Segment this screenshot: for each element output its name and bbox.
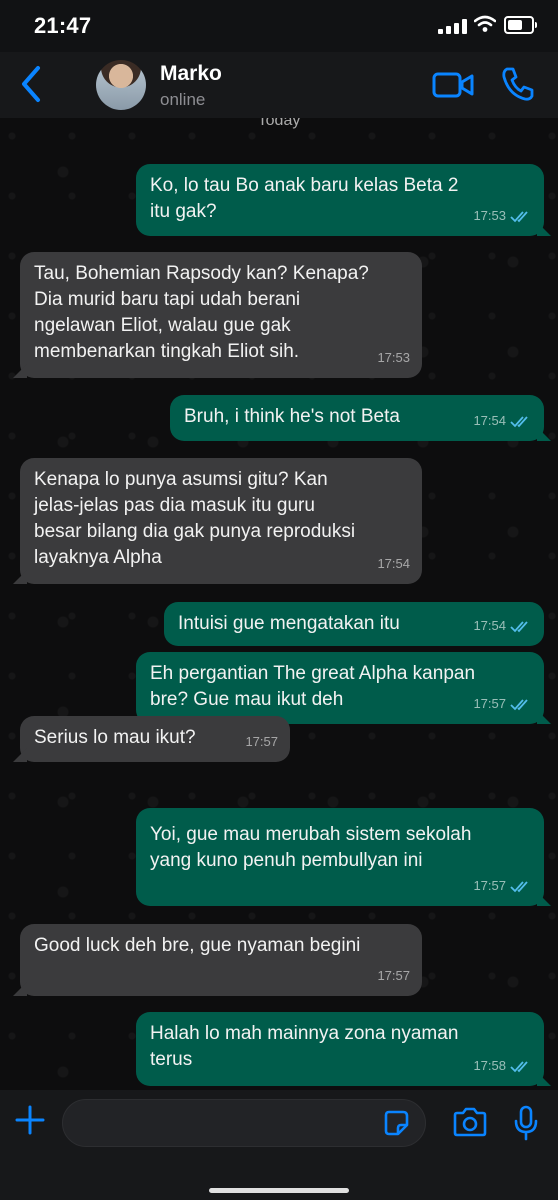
sticker-icon[interactable] [382,1109,410,1137]
read-ticks-icon [510,210,528,222]
status-time: 21:47 [34,13,92,38]
chat-header: Marko online [0,52,558,118]
message-time: 17:57 [473,696,506,711]
message-time: 17:54 [377,556,410,571]
message-incoming[interactable]: Kenapa lo punya asumsi gitu? Kan jelas-j… [20,458,422,584]
microphone-icon[interactable] [512,1105,540,1141]
contact-name[interactable]: Marko [160,62,222,86]
message-time: 17:57 [377,968,410,983]
battery-icon [504,16,537,34]
read-ticks-icon [510,880,528,892]
message-time: 17:54 [473,413,506,428]
phone-call-icon[interactable] [500,66,534,102]
message-text: Kenapa lo punya asumsi gitu? Kan jelas-j… [34,469,356,568]
message-incoming[interactable]: Good luck deh bre, gue nyaman begini 17:… [20,924,422,996]
message-outgoing[interactable]: Ko, lo tau Bo anak baru kelas Beta 2 itu… [136,164,544,236]
message-outgoing[interactable]: Bruh, i think he's not Beta 17:54 [170,395,544,441]
video-call-icon[interactable] [432,70,474,100]
message-time: 17:57 [473,878,506,893]
camera-icon[interactable] [452,1107,488,1137]
read-ticks-icon [510,1060,528,1072]
message-text: Serius lo mau ikut? [34,727,196,748]
message-outgoing[interactable]: Yoi, gue mau merubah sistem sekolah yang… [136,808,544,906]
signal-icon [438,18,472,34]
message-text: Good luck deh bre, gue nyaman begini [34,935,361,956]
message-composer [0,1090,558,1200]
message-outgoing[interactable]: Halah lo mah mainnya zona nyaman terus 1… [136,1012,544,1086]
read-ticks-icon [510,698,528,710]
wifi-icon [474,15,496,32]
message-outgoing[interactable]: Intuisi gue mengatakan itu 17:54 [164,602,544,646]
read-ticks-icon [510,415,528,427]
message-incoming[interactable]: Tau, Bohemian Rapsody kan? Kenapa? Dia m… [20,252,422,378]
message-input[interactable] [62,1099,426,1147]
message-text: Tau, Bohemian Rapsody kan? Kenapa? Dia m… [34,263,369,362]
message-time: 17:53 [473,208,506,223]
plus-icon[interactable] [14,1104,46,1136]
back-button[interactable] [18,62,44,106]
message-time: 17:53 [377,350,410,365]
home-indicator[interactable] [209,1188,349,1193]
date-separator: Today [257,118,301,129]
message-incoming[interactable]: Serius lo mau ikut? 17:57 [20,716,290,762]
contact-status: online [160,90,206,109]
message-time: 17:54 [473,618,506,633]
chat-area[interactable]: Today Ko, lo tau Bo anak baru kelas Beta… [0,118,558,1090]
message-time: 17:57 [245,734,278,749]
avatar[interactable] [96,60,146,110]
read-ticks-icon [510,620,528,632]
message-outgoing[interactable]: Eh pergantian The great Alpha kanpan bre… [136,652,544,724]
message-text: Yoi, gue mau merubah sistem sekolah yang… [150,824,472,871]
status-bar: 21:47 [0,0,558,52]
message-time: 17:58 [473,1058,506,1073]
